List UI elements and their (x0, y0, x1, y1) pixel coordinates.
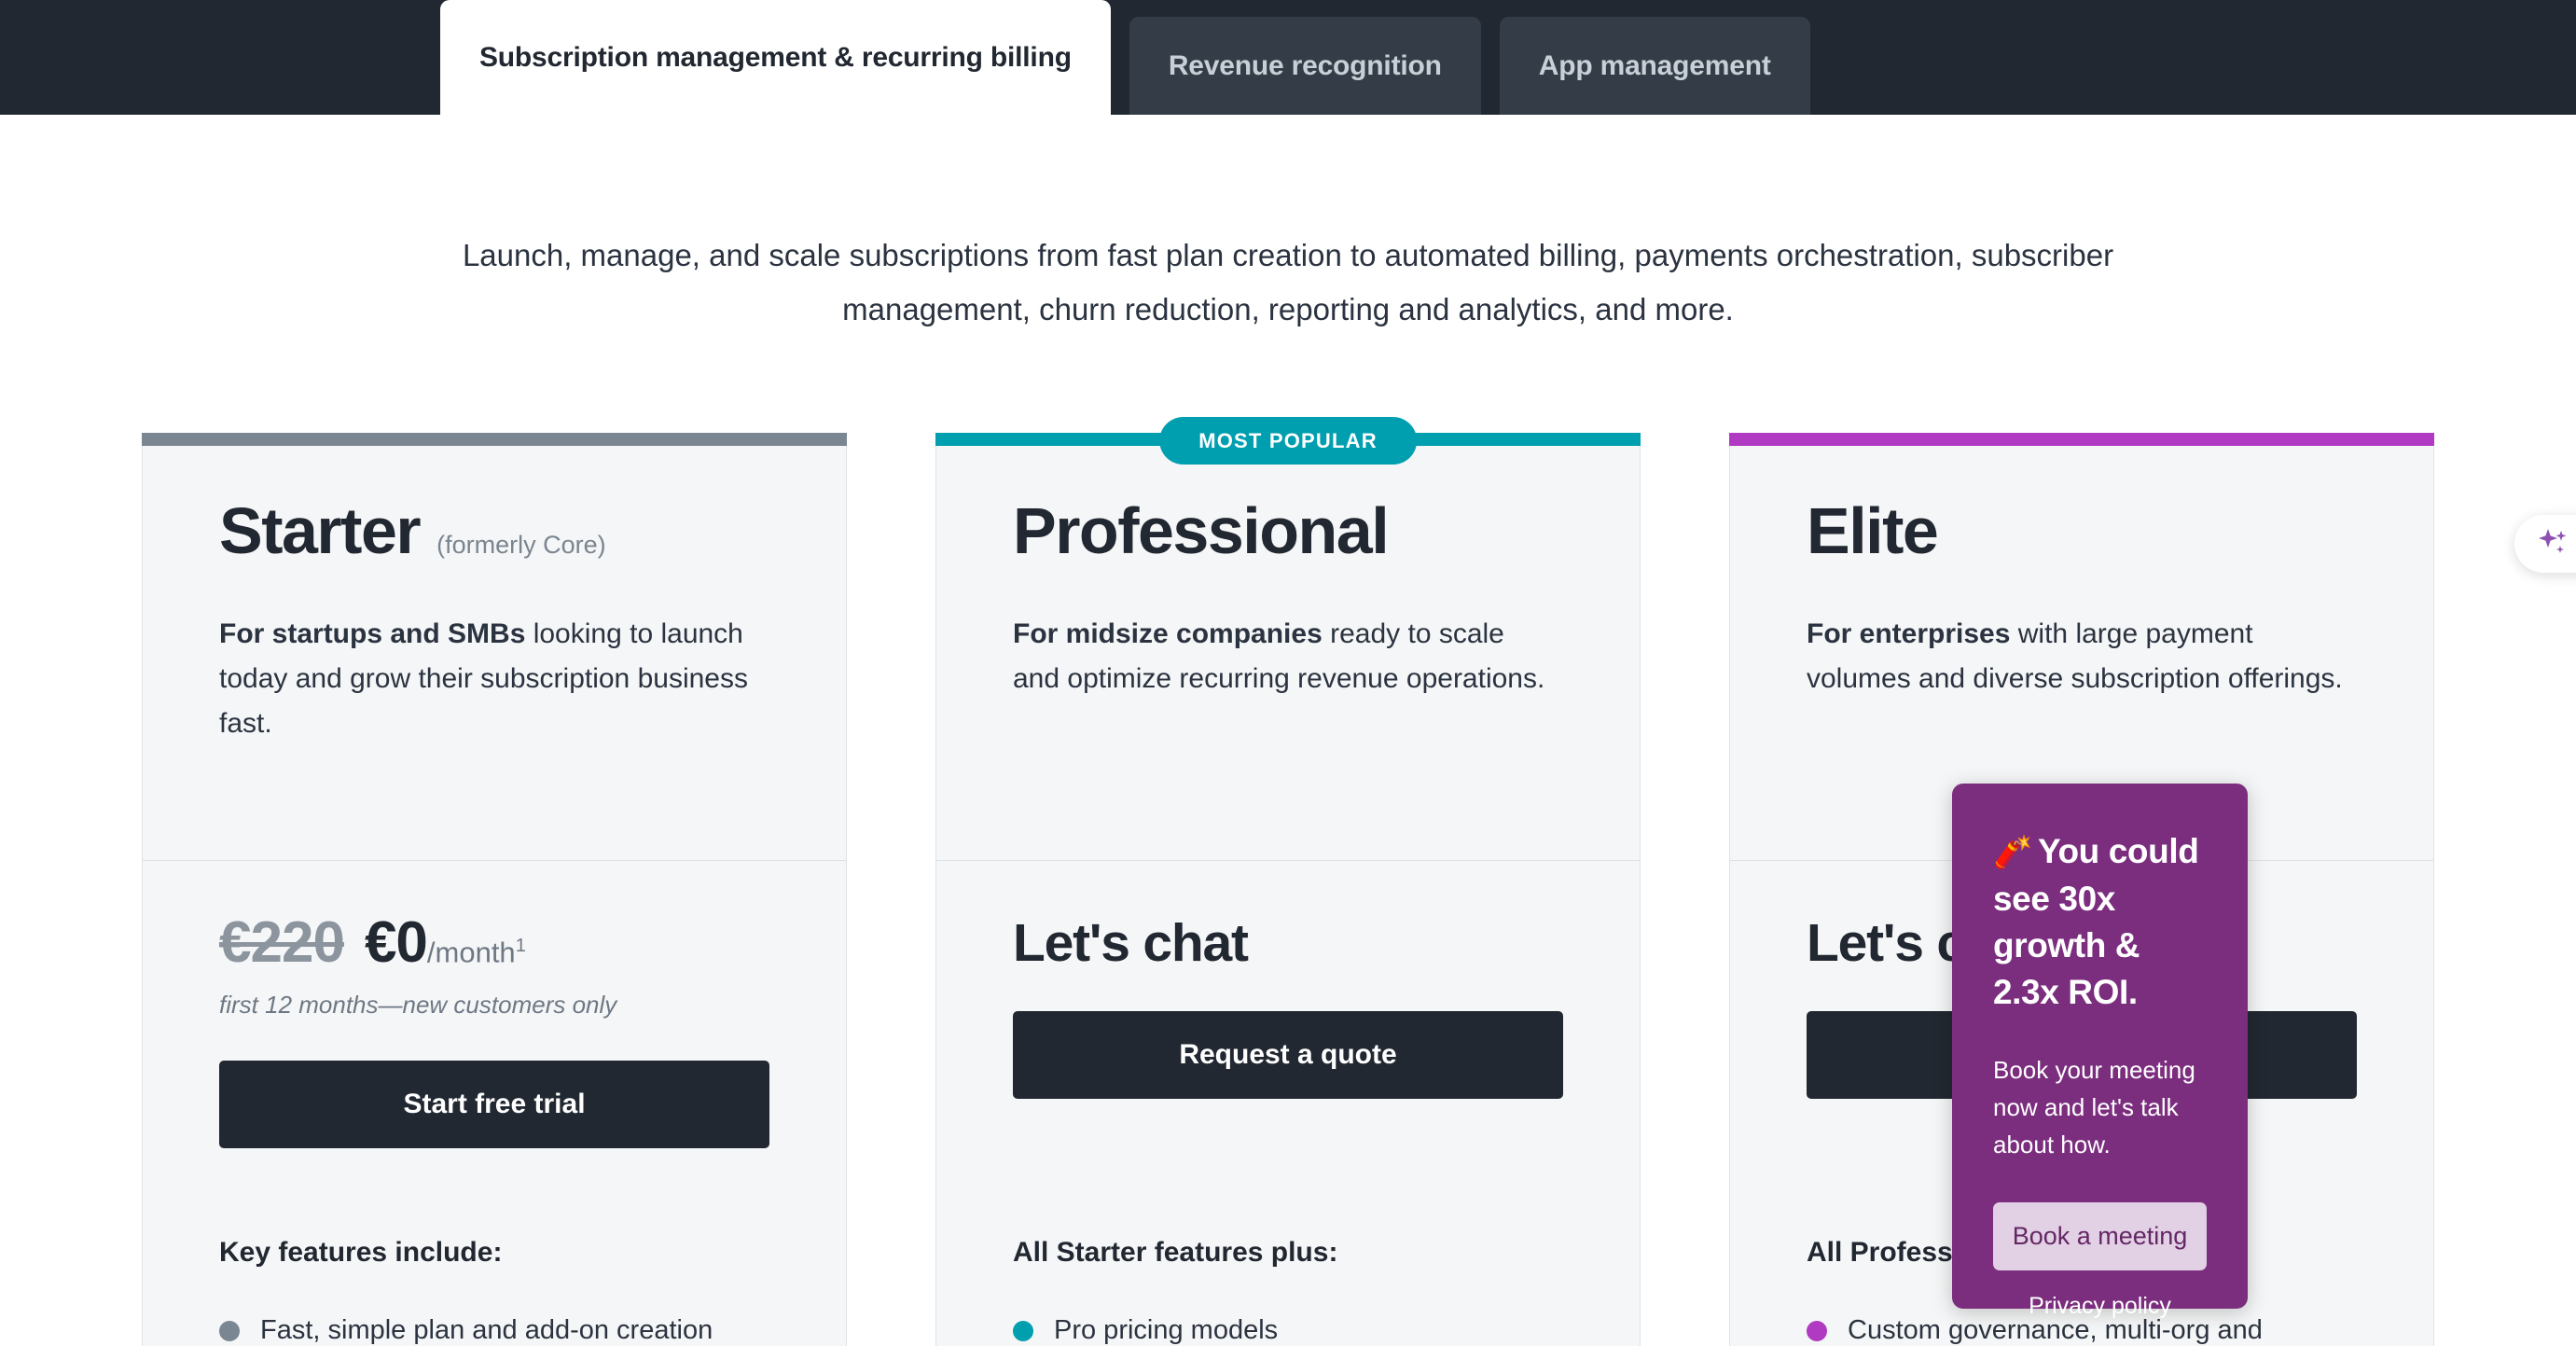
plan-description: For startups and SMBs looking to launch … (219, 612, 760, 746)
bullet-icon (1013, 1321, 1033, 1341)
price-footnote-marker: 1 (515, 935, 526, 956)
page-title: Starter (219, 494, 422, 567)
card-price-section: Let's chat Request a quote (936, 861, 1640, 1190)
features-heading: Key features include: (219, 1237, 503, 1268)
plan-subtitle: (formerly Core) (436, 531, 606, 559)
card-header: Professional For midsize companies ready… (936, 446, 1640, 860)
tab-label: App management (1538, 49, 1771, 81)
start-free-trial-button[interactable]: Start free trial (219, 1061, 769, 1148)
price-period-text: /month (426, 936, 516, 968)
card-accent-bar (1729, 433, 2434, 446)
status-badge: MOST POPULAR (1159, 417, 1417, 465)
tab-revenue-recognition[interactable]: Revenue recognition (1129, 17, 1481, 115)
plan-description-emphasis: For startups and SMBs (219, 618, 526, 649)
page-title: Professional (1013, 494, 1390, 567)
request-a-quote-button[interactable]: Request a quote (1013, 1011, 1563, 1099)
feature-list: Pro pricing models (936, 1310, 1640, 1346)
product-tab-bar: Subscription management & recurring bill… (0, 0, 2576, 115)
plan-title-row: Professional (1013, 498, 1563, 563)
plan-description: For enterprises with large payment volum… (1807, 612, 2347, 701)
card-header: Starter (formerly Core) For startups and… (143, 446, 846, 860)
pricing-card-starter: Starter (formerly Core) For startups and… (142, 433, 847, 1346)
plan-title-row: Elite (1807, 498, 2357, 563)
feature-list: Fast, simple plan and add-on creation (143, 1310, 846, 1346)
card-accent-bar (142, 433, 847, 446)
tab-label: Subscription management & recurring bill… (479, 41, 1072, 73)
price-original: €220 (219, 910, 345, 975)
list-item: Pro pricing models (1013, 1310, 1563, 1346)
price-current: €0 (364, 910, 428, 975)
popup-body: Book your meeting now and let's talk abo… (1993, 1056, 2195, 1159)
tab-app-management[interactable]: App management (1499, 17, 1810, 115)
price-row: €220 €0 /month1 (219, 909, 769, 976)
privacy-policy-link[interactable]: Privacy policy (1993, 1293, 2207, 1320)
page-title: Elite (1807, 494, 1939, 567)
price-note: first 12 months—new customers only (219, 991, 617, 1019)
intro-paragraph: Launch, manage, and scale subscriptions … (462, 238, 2114, 326)
plan-description-emphasis: For enterprises (1807, 618, 2011, 649)
firecracker-icon: 🧨 (1993, 835, 2032, 870)
tab-subscription-management[interactable]: Subscription management & recurring bill… (440, 0, 1111, 115)
pricing-card-professional: MOST POPULAR Professional For midsize co… (935, 417, 1641, 1346)
marketing-popup: 🧨 You could see 30x growth & 2.3x ROI. Bo… (1952, 784, 2248, 1319)
book-a-meeting-button[interactable]: Book a meeting (1993, 1202, 2207, 1270)
sparkles-icon (2534, 523, 2571, 565)
plan-title-row: Starter (formerly Core) (219, 498, 769, 563)
feature-label: Fast, simple plan and add-on creation (260, 1315, 713, 1345)
price-contact-label: Let's chat (1013, 913, 1249, 973)
plan-description-emphasis: For midsize companies (1013, 618, 1323, 649)
card-price-section: €220 €0 /month1 first 12 months—new cust… (143, 861, 846, 1190)
bullet-icon (219, 1321, 240, 1341)
pricing-page: Subscription management & recurring bill… (0, 0, 2576, 1346)
price-period: /month1 (427, 936, 526, 969)
features-heading: All Starter features plus: (1013, 1237, 1338, 1268)
plan-description: For midsize companies ready to scale and… (1013, 612, 1554, 701)
tab-label: Revenue recognition (1168, 49, 1442, 81)
feature-label: Pro pricing models (1054, 1315, 1279, 1345)
bullet-icon (1807, 1321, 1827, 1341)
list-item: Fast, simple plan and add-on creation (219, 1310, 769, 1346)
popup-title: 🧨 You could see 30x growth & 2.3x ROI. (1993, 828, 2207, 1016)
ai-assistant-launcher[interactable] (2514, 515, 2576, 573)
